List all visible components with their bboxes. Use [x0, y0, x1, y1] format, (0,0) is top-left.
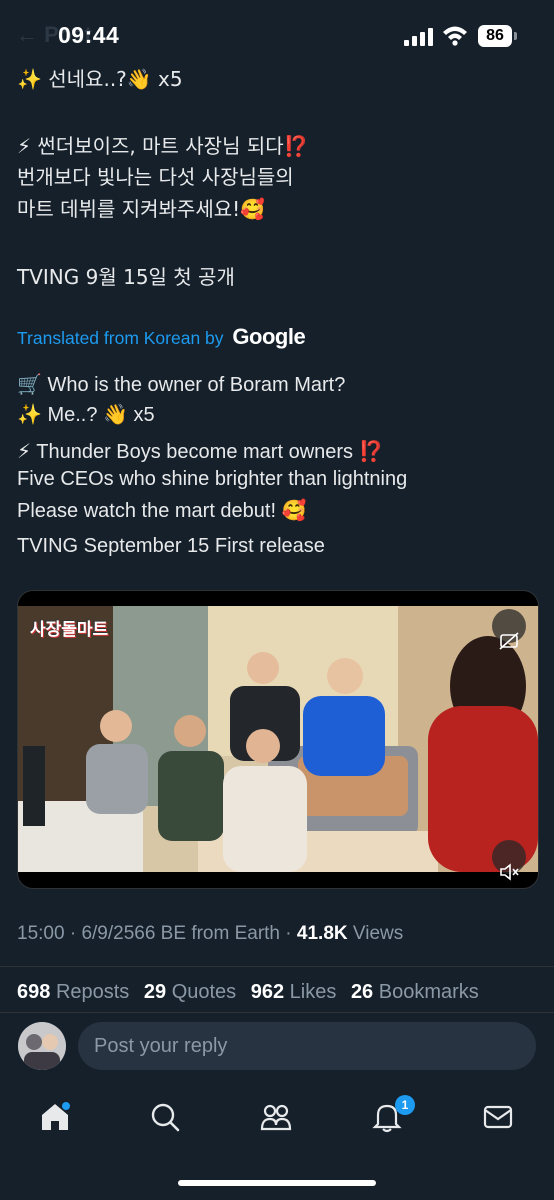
avatar[interactable]: [18, 1022, 66, 1070]
translated-text-line: Please watch the mart debut! 🥰: [17, 500, 307, 522]
translated-text-line: ⚡ Thunder Boys become mart owners ⁉️: [17, 441, 384, 463]
cellular-signal-icon: [404, 28, 433, 46]
mute-button[interactable]: [492, 840, 526, 881]
notification-badge: 1: [395, 1095, 415, 1115]
translated-text-line: ✨ Me..? 👋 x5: [17, 404, 155, 426]
video-overlay-title: 사장돌마트: [30, 620, 109, 640]
tweet-text-line: TVING 9월 15일 첫 공개: [17, 265, 235, 289]
translated-text-line: TVING September 15 First release: [17, 535, 325, 557]
status-time: 09:44: [58, 22, 120, 48]
battery-level: 86: [478, 25, 512, 47]
reply-input[interactable]: Post your reply: [78, 1022, 536, 1070]
views-count: 41.8K: [296, 923, 348, 944]
tweet-text-line: ✨ 선네요..?👋 x5: [17, 67, 183, 91]
tweet-text-line: ⚡ 썬더보이즈, 마트 사장님 되다⁉️: [17, 134, 309, 158]
tweet-time: 15:00: [17, 923, 65, 944]
communities-icon[interactable]: [259, 1100, 293, 1134]
translated-text-line: 🛒 Who is the owner of Boram Mart?: [17, 374, 346, 396]
battery-icon: [514, 32, 517, 40]
avatar-image: [18, 1022, 66, 1070]
home-icon[interactable]: [38, 1100, 72, 1134]
divider: [0, 1012, 554, 1013]
captions-off-icon: [499, 632, 519, 650]
video-frame-scene: [18, 606, 538, 872]
reply-placeholder: Post your reply: [94, 1035, 228, 1057]
tweet-date: 6/9/2566 BE: [81, 923, 187, 944]
messages-icon[interactable]: [481, 1100, 515, 1134]
wifi-icon: [443, 26, 467, 46]
divider: [0, 966, 554, 967]
quotes-stat[interactable]: 29 Quotes: [144, 981, 236, 1003]
google-logo: Google: [232, 324, 306, 349]
status-bar: ← Post 09:44 86: [0, 0, 554, 70]
tweet-meta: 15:00 · 6/9/2566 BE from Earth · 41.8K V…: [17, 923, 404, 944]
volume-muted-icon: [500, 863, 519, 881]
reposts-stat[interactable]: 698 Reposts: [17, 981, 129, 1003]
tweet-text-line: 마트 데뷔를 지켜봐주세요!🥰: [17, 197, 266, 221]
translated-text-line: Five CEOs who shine brighter than lightn…: [17, 468, 408, 490]
translation-attribution[interactable]: Translated from Korean by Google: [17, 324, 306, 350]
views-label: Views: [352, 923, 404, 944]
tweet-text-line: 번개보다 빛나는 다섯 사장님들의: [17, 165, 294, 189]
home-indicator: [178, 1180, 376, 1186]
tweet-source: from Earth: [191, 923, 281, 944]
translated-label: Translated from Korean by: [17, 328, 224, 348]
video-player[interactable]: 사장돌마트: [17, 590, 539, 889]
bookmarks-stat[interactable]: 26 Bookmarks: [351, 981, 479, 1003]
captions-button[interactable]: [492, 609, 526, 650]
engagement-stats: 698 Reposts 29 Quotes 962 Likes 26 Bookm…: [17, 981, 488, 1004]
likes-stat[interactable]: 962 Likes: [251, 981, 337, 1003]
search-icon[interactable]: [148, 1100, 182, 1134]
